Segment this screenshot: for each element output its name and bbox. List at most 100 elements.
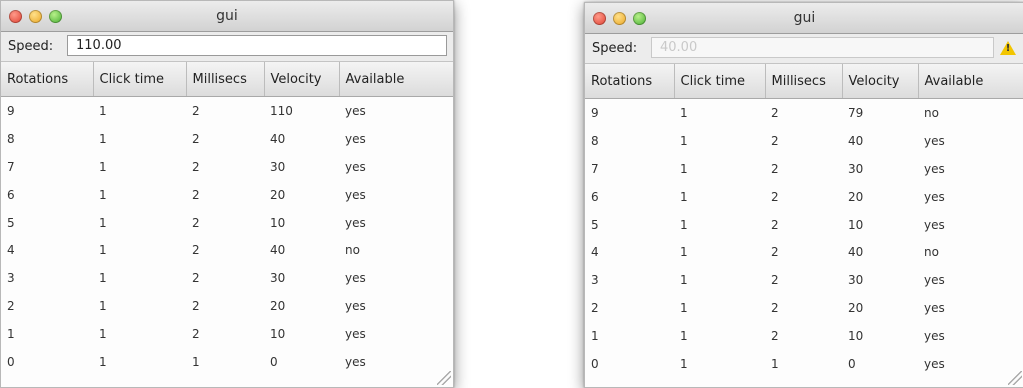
table-cell: 20 xyxy=(270,187,286,202)
table-row[interactable]: 0 1 1 0 yes xyxy=(585,350,1023,378)
table-cell: 1 xyxy=(680,189,688,204)
table-row[interactable]: 2 1 2 20 yes xyxy=(585,294,1023,322)
table-cell: 6 xyxy=(7,187,15,202)
table-cell: no xyxy=(345,243,360,258)
table-cell: 2 xyxy=(771,217,779,232)
column-header-rotations[interactable]: Rotations xyxy=(585,64,675,99)
table-cell: 1 xyxy=(680,133,688,148)
table-cell: 4 xyxy=(591,245,599,260)
warning-triangle-icon[interactable]: ! xyxy=(1000,41,1016,55)
table-row[interactable]: 5 1 2 10 yes xyxy=(1,209,453,237)
column-header-velocity[interactable]: Velocity xyxy=(264,62,340,97)
table-cell: 7 xyxy=(7,159,15,174)
column-header-available[interactable]: Available xyxy=(918,64,1023,99)
table-cell: 2 xyxy=(192,271,200,286)
table-cell: 5 xyxy=(591,217,599,232)
column-header-available[interactable]: Available xyxy=(339,62,453,97)
table-row[interactable]: 9 1 2 79 no xyxy=(585,99,1023,127)
table-cell: 5 xyxy=(7,215,15,230)
column-header-velocity[interactable]: Velocity xyxy=(842,64,919,99)
table-cell: 2 xyxy=(771,245,779,260)
table-cell: 2 xyxy=(192,299,200,314)
table-cell: 30 xyxy=(848,161,864,176)
table-row[interactable]: 6 1 2 20 yes xyxy=(1,181,453,209)
table-row[interactable]: 1 1 2 10 yes xyxy=(585,322,1023,350)
table-row[interactable]: 8 1 2 40 yes xyxy=(1,125,453,153)
resize-grip[interactable] xyxy=(437,371,451,385)
table-cell: 1 xyxy=(99,243,107,258)
column-header-millisecs[interactable]: Millisecs xyxy=(765,64,843,99)
table-cell: yes xyxy=(924,301,945,316)
table-header-row: Rotations Click time Millisecs Velocity Avai… xyxy=(1,62,453,97)
table-cell: 1 xyxy=(99,103,107,118)
table-row[interactable]: 7 1 2 30 yes xyxy=(1,153,453,181)
resize-grip[interactable] xyxy=(1008,371,1022,385)
table-cell: 20 xyxy=(270,299,286,314)
title-bar[interactable]: gui xyxy=(585,3,1023,34)
table-cell: 2 xyxy=(771,133,779,148)
table-cell: 1 xyxy=(680,301,688,316)
warning-glyph: ! xyxy=(1005,43,1011,54)
column-header-click-time[interactable]: Click time xyxy=(93,62,187,97)
table-row[interactable]: 4 1 2 40 no xyxy=(585,238,1023,266)
table-cell: 30 xyxy=(270,271,286,286)
table-cell: yes xyxy=(345,187,366,202)
table-cell: 1 xyxy=(99,215,107,230)
table-row[interactable]: 7 1 2 30 yes xyxy=(585,155,1023,183)
table-cell: 40 xyxy=(270,131,286,146)
data-table: Rotations Click time Millisecs Velocity Avai… xyxy=(585,64,1023,378)
window-title: gui xyxy=(793,10,816,26)
table-cell: 1 xyxy=(680,105,688,120)
table-cell: 8 xyxy=(591,133,599,148)
table-cell: 1 xyxy=(680,245,688,260)
table-cell: 0 xyxy=(848,356,856,371)
table-cell: 2 xyxy=(771,273,779,288)
table-cell: 9 xyxy=(7,103,15,118)
table-row[interactable]: 4 1 2 40 no xyxy=(1,236,453,264)
table-cell: 2 xyxy=(771,329,779,344)
table-cell: 1 xyxy=(591,329,599,344)
table-cell: 0 xyxy=(270,354,278,369)
table-cell: yes xyxy=(345,159,366,174)
table-cell: 30 xyxy=(848,273,864,288)
table-cell: 0 xyxy=(7,354,15,369)
table-row[interactable]: 1 1 2 10 yes xyxy=(1,320,453,348)
table-cell: 2 xyxy=(192,131,200,146)
table-cell: 2 xyxy=(7,299,15,314)
table-cell: 2 xyxy=(771,189,779,204)
table-row[interactable]: 3 1 2 30 yes xyxy=(1,264,453,292)
column-header-click-time[interactable]: Click time xyxy=(674,64,766,99)
table-row[interactable]: 2 1 2 20 yes xyxy=(1,292,453,320)
table-cell: 0 xyxy=(591,356,599,371)
table-row[interactable]: 9 1 2 110 yes xyxy=(1,97,453,125)
table-cell: yes xyxy=(924,189,945,204)
table-cell: 2 xyxy=(192,187,200,202)
speed-input[interactable] xyxy=(67,35,447,56)
column-header-millisecs[interactable]: Millisecs xyxy=(186,62,265,97)
table-cell: 1 xyxy=(192,354,200,369)
speed-label: Speed: xyxy=(8,39,54,54)
table-cell: 4 xyxy=(7,243,15,258)
table-row[interactable]: 5 1 2 10 yes xyxy=(585,211,1023,239)
table-cell: 20 xyxy=(848,301,864,316)
table-cell: yes xyxy=(345,299,366,314)
data-table: Rotations Click time Millisecs Velocity Avai… xyxy=(1,62,453,376)
column-header-rotations[interactable]: Rotations xyxy=(1,62,94,97)
table-row[interactable]: 6 1 2 20 yes xyxy=(585,183,1023,211)
title-bar[interactable]: gui xyxy=(1,1,453,32)
table-cell: 1 xyxy=(99,131,107,146)
table-cell: 8 xyxy=(7,131,15,146)
speed-input[interactable] xyxy=(651,37,994,58)
table-cell: 1 xyxy=(680,356,688,371)
table-row[interactable]: 3 1 2 30 yes xyxy=(585,266,1023,294)
table-row[interactable]: 0 1 1 0 yes xyxy=(1,348,453,376)
table-cell: yes xyxy=(345,103,366,118)
table-cell: yes xyxy=(345,271,366,286)
table-row[interactable]: 8 1 2 40 yes xyxy=(585,127,1023,155)
table-cell: yes xyxy=(345,131,366,146)
table-cell: 10 xyxy=(848,329,864,344)
speed-label: Speed: xyxy=(592,41,638,56)
table-cell: 10 xyxy=(848,217,864,232)
table-cell: 2 xyxy=(192,103,200,118)
gui-window-right: gui Speed: ! RotationsClick timeMillisec… xyxy=(584,2,1023,388)
